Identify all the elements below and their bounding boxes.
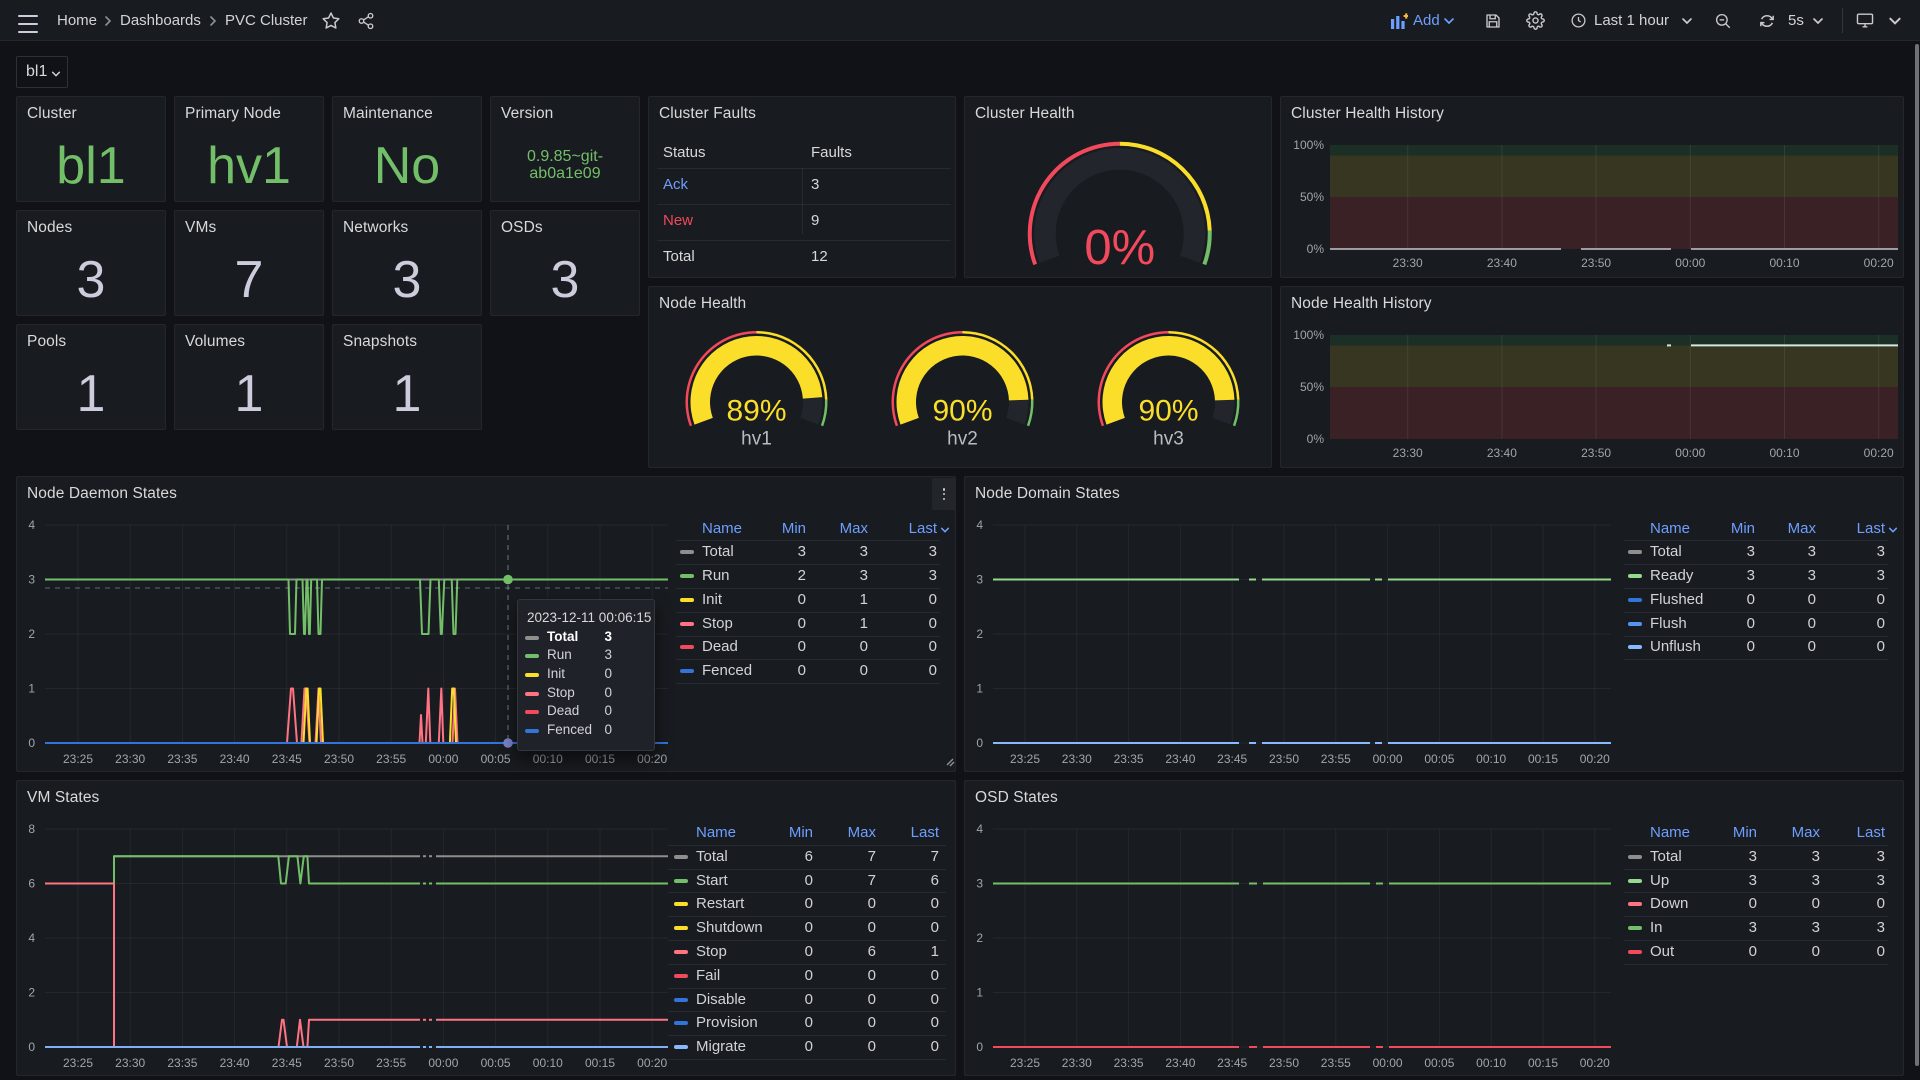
svg-text:0%: 0% [1307,432,1325,446]
svg-text:89%: 89% [726,395,786,428]
svg-text:00:00: 00:00 [428,1056,458,1070]
svg-text:1: 1 [28,682,35,696]
svg-text:23:40: 23:40 [1487,256,1517,270]
svg-text:23:30: 23:30 [1062,752,1092,766]
svg-text:50%: 50% [1300,190,1324,204]
svg-text:23:45: 23:45 [1217,1056,1247,1070]
svg-text:2: 2 [976,627,983,641]
svg-text:00:15: 00:15 [1528,1056,1558,1070]
svg-text:00:10: 00:10 [1769,256,1799,270]
svg-text:0%: 0% [1084,221,1155,275]
svg-text:0%: 0% [1307,242,1325,256]
svg-text:00:00: 00:00 [1675,446,1705,460]
svg-text:23:50: 23:50 [324,752,354,766]
svg-text:23:30: 23:30 [1062,1056,1092,1070]
svg-text:00:20: 00:20 [1580,1056,1610,1070]
svg-text:23:25: 23:25 [1010,752,1040,766]
svg-text:00:10: 00:10 [1476,1056,1506,1070]
svg-text:00:15: 00:15 [1528,752,1558,766]
svg-text:23:50: 23:50 [324,1056,354,1070]
svg-text:00:10: 00:10 [1769,446,1799,460]
svg-text:23:40: 23:40 [220,1056,250,1070]
svg-text:23:25: 23:25 [63,1056,93,1070]
svg-text:00:10: 00:10 [1476,752,1506,766]
svg-text:23:35: 23:35 [1114,752,1144,766]
svg-text:23:45: 23:45 [272,1056,302,1070]
svg-text:3: 3 [976,877,983,891]
svg-text:100%: 100% [1293,328,1324,342]
svg-text:hv1: hv1 [741,429,772,450]
svg-text:00:00: 00:00 [1675,256,1705,270]
svg-text:23:55: 23:55 [376,752,406,766]
svg-text:100%: 100% [1293,138,1324,152]
svg-text:4: 4 [28,931,35,945]
svg-text:00:10: 00:10 [533,752,563,766]
svg-text:00:20: 00:20 [1864,446,1894,460]
svg-text:23:30: 23:30 [115,1056,145,1070]
svg-text:4: 4 [976,518,983,532]
svg-text:23:40: 23:40 [220,752,250,766]
svg-text:23:40: 23:40 [1165,752,1195,766]
svg-text:hv3: hv3 [1153,429,1184,450]
svg-text:2: 2 [28,627,35,641]
svg-text:0: 0 [28,736,35,750]
svg-text:00:20: 00:20 [637,1056,667,1070]
svg-text:0: 0 [976,1040,983,1054]
svg-text:00:05: 00:05 [481,752,511,766]
svg-text:4: 4 [976,822,983,836]
svg-text:6: 6 [28,877,35,891]
svg-text:23:35: 23:35 [167,1056,197,1070]
svg-text:00:00: 00:00 [1373,752,1403,766]
svg-text:23:30: 23:30 [1393,256,1423,270]
svg-text:23:55: 23:55 [1321,752,1351,766]
svg-text:23:50: 23:50 [1581,256,1611,270]
svg-text:2: 2 [28,986,35,1000]
svg-text:23:55: 23:55 [1321,1056,1351,1070]
svg-text:0: 0 [28,1040,35,1054]
svg-text:00:20: 00:20 [1580,752,1610,766]
svg-text:0: 0 [976,736,983,750]
svg-text:00:00: 00:00 [1373,1056,1403,1070]
svg-text:23:50: 23:50 [1581,446,1611,460]
svg-text:23:30: 23:30 [1393,446,1423,460]
svg-text:00:10: 00:10 [533,1056,563,1070]
svg-text:23:25: 23:25 [63,752,93,766]
svg-text:23:45: 23:45 [1217,752,1247,766]
svg-text:00:15: 00:15 [585,1056,615,1070]
svg-text:00:05: 00:05 [481,1056,511,1070]
svg-text:23:30: 23:30 [115,752,145,766]
svg-text:90%: 90% [1138,395,1198,428]
svg-text:90%: 90% [932,395,992,428]
svg-text:1: 1 [976,986,983,1000]
svg-text:00:20: 00:20 [1864,256,1894,270]
svg-text:2: 2 [976,931,983,945]
svg-text:hv2: hv2 [947,429,978,450]
svg-text:00:20: 00:20 [637,752,667,766]
svg-text:00:00: 00:00 [428,752,458,766]
svg-text:23:40: 23:40 [1487,446,1517,460]
svg-text:23:50: 23:50 [1269,1056,1299,1070]
svg-text:4: 4 [28,518,35,532]
svg-text:8: 8 [28,822,35,836]
svg-text:23:45: 23:45 [272,752,302,766]
svg-text:00:15: 00:15 [585,752,615,766]
svg-text:23:50: 23:50 [1269,752,1299,766]
svg-text:00:05: 00:05 [1424,1056,1454,1070]
svg-text:23:35: 23:35 [167,752,197,766]
svg-text:23:25: 23:25 [1010,1056,1040,1070]
svg-text:50%: 50% [1300,380,1324,394]
svg-text:3: 3 [28,573,35,587]
svg-text:23:40: 23:40 [1165,1056,1195,1070]
svg-text:3: 3 [976,573,983,587]
svg-text:23:55: 23:55 [376,1056,406,1070]
svg-text:23:35: 23:35 [1114,1056,1144,1070]
svg-text:00:05: 00:05 [1424,752,1454,766]
svg-text:1: 1 [976,682,983,696]
